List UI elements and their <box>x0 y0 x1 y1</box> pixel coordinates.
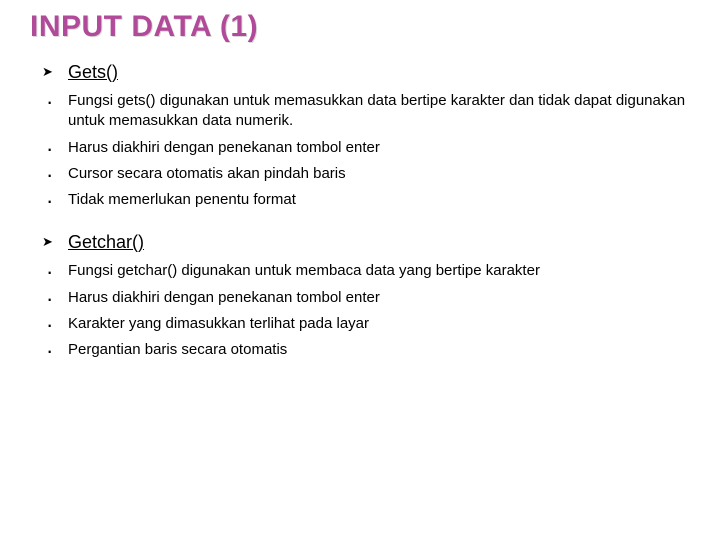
section-heading-label: Getchar() <box>68 232 144 252</box>
section-heading-gets: Gets() <box>40 62 690 83</box>
content-list: Gets() Fungsi gets() digunakan untuk mem… <box>30 62 690 360</box>
list-item: Fungsi gets() digunakan untuk memasukkan… <box>40 91 690 132</box>
section-heading-getchar: Getchar() <box>40 232 690 253</box>
section-heading-label: Gets() <box>68 62 118 82</box>
list-item: Tidak memerlukan penentu format <box>40 190 690 210</box>
spacer <box>40 216 690 232</box>
list-item: Karakter yang dimasukkan terlihat pada l… <box>40 314 690 334</box>
slide: INPUT DATA (1) Gets() Fungsi gets() digu… <box>0 0 720 386</box>
list-item: Pergantian baris secara otomatis <box>40 340 690 360</box>
list-item: Harus diakhiri dengan penekanan tombol e… <box>40 288 690 308</box>
page-title: INPUT DATA (1) <box>30 10 690 44</box>
list-item: Fungsi getchar() digunakan untuk membaca… <box>40 261 690 281</box>
list-item: Harus diakhiri dengan penekanan tombol e… <box>40 138 690 158</box>
list-item: Cursor secara otomatis akan pindah baris <box>40 164 690 184</box>
